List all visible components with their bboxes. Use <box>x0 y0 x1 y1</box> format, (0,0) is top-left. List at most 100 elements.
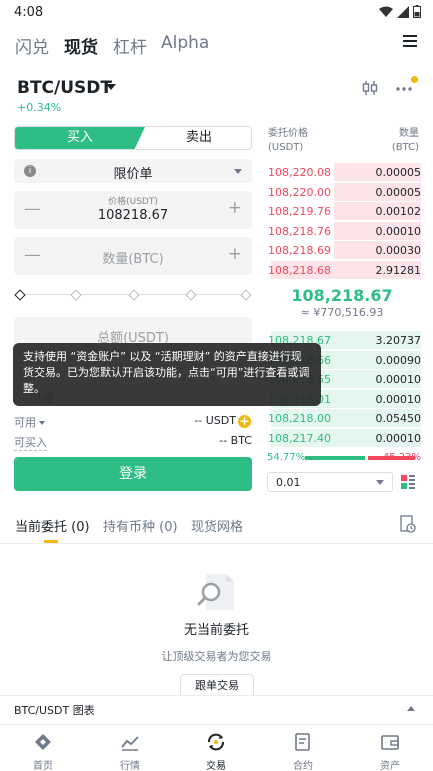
order-history-icon[interactable] <box>400 515 416 533</box>
active-tab-indicator <box>44 540 58 543</box>
pair-header: BTC/USDT +0.34% <box>0 76 433 116</box>
ask-price: 108,220.00 <box>268 185 331 199</box>
pair-selector[interactable]: BTC/USDT <box>17 78 112 98</box>
ask-qty: 2.91281 <box>375 263 422 277</box>
bid-row[interactable]: 108,217.40 0.00010 <box>263 428 422 447</box>
chart-bar-title: BTC/USDT 图表 <box>14 704 95 717</box>
ask-row[interactable]: 108,218.76 0.00010 <box>263 221 422 240</box>
slider-step-50[interactable] <box>128 289 140 301</box>
ask-row[interactable]: 108,220.08 0.00005 <box>263 163 421 181</box>
ask-qty: 0.00030 <box>375 244 422 257</box>
buy-sell-ratio: 54.77% 45.23% <box>267 452 421 464</box>
chevron-down-icon <box>39 421 45 425</box>
qty-header-unit: (BTC) <box>391 142 419 153</box>
buy-tab[interactable]: 买入 <box>15 127 145 149</box>
price-input[interactable]: — 价格(USDT) 108218.67 + <box>14 191 252 229</box>
chart-bar[interactable]: BTC/USDT 图表 <box>0 695 433 721</box>
price-increase-button[interactable]: + <box>228 198 242 218</box>
bid-qty: 0.05450 <box>375 412 422 425</box>
available-value: -- USDT <box>194 414 236 427</box>
amount-increase-button[interactable]: + <box>228 244 242 264</box>
empty-title: 无当前委托 <box>183 623 249 638</box>
funding-tooltip: 支持使用 “资金账户” 以及 “活期理财” 的资产直接进行现货交易。已为您默认开… <box>13 343 321 406</box>
ask-row[interactable]: 108,220.00 0.00005 <box>263 182 422 201</box>
ask-row[interactable]: 108,218.69 0.00030 <box>263 241 421 259</box>
ask-qty: 0.00102 <box>375 205 422 218</box>
ask-qty: 0.00010 <box>375 224 422 238</box>
orderbook-layout-icon[interactable] <box>401 474 415 490</box>
tab-spot[interactable]: 现货 <box>64 33 98 58</box>
chevron-up-icon[interactable] <box>407 706 415 711</box>
nav-assets-label: 资产 <box>380 761 400 771</box>
tab-margin[interactable]: 杠杆 <box>113 33 147 58</box>
price-value[interactable]: 108218.67 <box>14 208 252 223</box>
ask-qty: 0.00005 <box>375 185 422 199</box>
ask-row[interactable]: 108,218.68 2.91281 <box>263 260 422 279</box>
slider-step-100[interactable] <box>240 289 252 301</box>
price-change: +0.34% <box>17 101 62 114</box>
ask-qty: 0.00005 <box>375 166 422 179</box>
empty-subtitle: 让顶级交易者为您交易 <box>161 650 272 663</box>
ask-price: 108,220.08 <box>268 166 331 179</box>
nav-assets[interactable]: 资产 <box>360 733 420 771</box>
can-buy-value: -- BTC <box>219 434 252 447</box>
nav-markets-label: 行情 <box>120 761 140 771</box>
nav-futures-label: 合约 <box>293 761 313 771</box>
bid-price: 108,218.00 <box>268 412 331 425</box>
amount-placeholder: 数量(BTC) <box>102 252 164 267</box>
ask-price: 108,218.76 <box>268 224 331 238</box>
price-caption: 价格(USDT) <box>108 197 158 207</box>
chevron-down-icon <box>376 480 384 485</box>
amount-input[interactable]: — 数量(BTC) + <box>14 237 252 275</box>
slider-step-75[interactable] <box>185 289 197 301</box>
tab-holdings[interactable]: 持有币种 (0) <box>103 516 178 535</box>
add-funds-icon[interactable]: + <box>238 415 251 428</box>
available-selector[interactable]: 可用 <box>14 414 45 430</box>
tab-alpha[interactable]: Alpha <box>161 33 209 53</box>
sell-tab[interactable]: 卖出 <box>145 127 251 149</box>
hamburger-menu-icon[interactable] <box>403 35 417 47</box>
status-icons <box>379 5 421 18</box>
tab-spot-grid[interactable]: 现货网格 <box>191 516 243 535</box>
status-time: 4:08 <box>14 5 44 20</box>
bid-qty: 0.00010 <box>375 431 422 445</box>
nav-trade[interactable]: 交易 <box>186 733 246 771</box>
more-icon[interactable] <box>395 80 413 96</box>
slider-step-25[interactable] <box>70 289 82 301</box>
tab-flash-swap[interactable]: 闪兑 <box>15 33 49 58</box>
slider-handle[interactable] <box>14 289 26 301</box>
ask-row[interactable]: 108,219.76 0.00102 <box>263 202 421 220</box>
sell-ratio: 45.23% <box>382 452 421 463</box>
bid-price: 108,217.40 <box>268 431 331 445</box>
buy-sell-toggle: 买入 卖出 <box>14 126 252 150</box>
trade-icon <box>208 733 224 751</box>
bid-qty: 0.00090 <box>375 353 422 367</box>
nav-futures[interactable]: 合约 <box>273 733 333 771</box>
depth-precision-select[interactable]: 0.01 <box>267 472 393 492</box>
price-header-unit: (USDT) <box>268 142 304 153</box>
login-button[interactable]: 登录 <box>14 457 252 491</box>
can-buy-label: 可买入 <box>14 436 47 451</box>
last-price-fiat: ≈ ¥770,516.93 <box>300 306 384 319</box>
home-icon <box>35 734 51 750</box>
nav-home[interactable]: 首页 <box>13 733 73 771</box>
candlestick-icon[interactable] <box>362 80 378 96</box>
order-type-select[interactable]: i 限价单 <box>14 159 252 183</box>
depth-value: 0.01 <box>276 476 301 489</box>
buy-ratio-bar <box>305 456 365 460</box>
notification-dot <box>411 76 418 83</box>
nav-markets[interactable]: 行情 <box>100 733 160 771</box>
order-type-label: 限价单 <box>113 167 153 182</box>
percent-slider[interactable] <box>14 289 252 301</box>
orderbook-price-header: 委托价格 (USDT) <box>268 127 308 155</box>
bid-qty: 0.00010 <box>375 392 422 406</box>
bid-row[interactable]: 108,218.00 0.05450 <box>263 409 421 427</box>
orderbook-qty-header: 数量 (BTC) <box>392 127 419 155</box>
nav-home-label: 首页 <box>33 761 53 771</box>
ask-price: 108,219.76 <box>268 205 331 218</box>
orders-tabs: 当前委托 (0) 持有币种 (0) 现货网格 <box>0 514 433 544</box>
chevron-down-icon <box>234 169 242 174</box>
tab-open-orders[interactable]: 当前委托 (0) <box>15 516 90 535</box>
chevron-down-icon[interactable] <box>106 84 116 90</box>
last-price[interactable]: 108,218.67 <box>263 286 421 305</box>
